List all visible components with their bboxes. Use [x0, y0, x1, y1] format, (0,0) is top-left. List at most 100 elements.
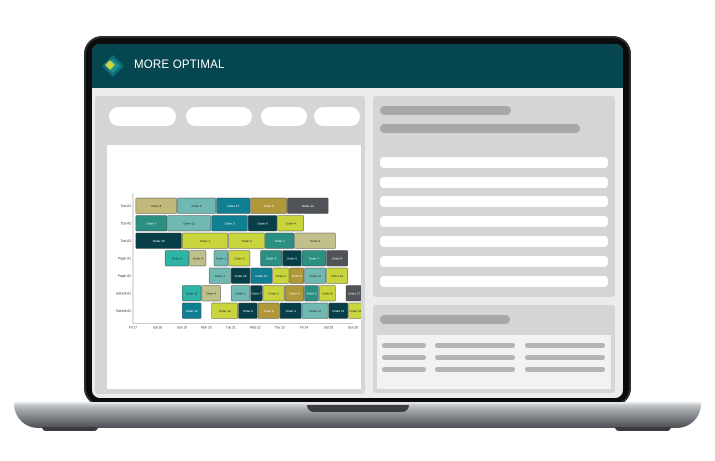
laptop-foot-right: [615, 427, 671, 431]
gantt-bar-label: Order 7: [309, 256, 320, 260]
details-row[interactable]: [380, 276, 608, 287]
gantt-bar-label: Order 12: [219, 309, 231, 313]
x-tick-label: Sun 26: [348, 326, 358, 330]
summary-cell: [382, 343, 426, 348]
gantt-bar-label: Order 16: [350, 309, 361, 313]
summary-cell: [382, 367, 426, 372]
gantt-bar-label: Order 8: [151, 204, 162, 208]
row-label: Tool A2: [121, 222, 132, 226]
x-tick-label: Wed 22: [250, 326, 261, 330]
details-title-placeholder: [380, 106, 511, 115]
gantt-bar-label: Order 12: [183, 221, 195, 225]
brand-logo-icon: [102, 55, 124, 77]
gantt-bar-label: Order 17: [348, 291, 360, 295]
gantt-bar-label: Order 2: [234, 256, 245, 260]
gantt-bar-label: Order 9: [292, 274, 303, 278]
gantt-bar-label: Order 4: [206, 291, 217, 295]
screen: MORE OPTIMAL Tool A1 Tool A2 Tool A3 Paper …: [92, 44, 623, 398]
gantt-bar-label: Order 4: [286, 309, 297, 313]
summary-panel: [373, 305, 615, 393]
gantt-bar-label: Order 1: [215, 274, 226, 278]
gantt-bar-label: Order 7: [275, 239, 286, 243]
gantt-bar-label: Order 7: [251, 291, 262, 295]
x-tick-label: Mon 20: [201, 326, 212, 330]
row-label: Tool A3: [121, 239, 132, 243]
gantt-bar-label: Order 4: [266, 256, 277, 260]
summary-title-placeholder: [380, 315, 510, 324]
gantt-bar-label: Order 9: [243, 309, 254, 313]
left-panel: Tool A1 Tool A2 Tool A3 Paper A1 Paper A2 Sol…: [95, 96, 375, 394]
gantt-chart-card: Tool A1 Tool A2 Tool A3 Paper A1 Paper A2 Sol…: [107, 145, 375, 389]
gantt-bar-label: Order 2: [242, 239, 253, 243]
gantt-bar-label: Order 5: [191, 204, 202, 208]
filter-pill-4[interactable]: [314, 107, 360, 126]
x-tick-label: Sat 25: [324, 326, 333, 330]
details-row[interactable]: [380, 256, 608, 267]
row-label: Tool A1: [121, 204, 132, 208]
gantt-bar-label: Order 8: [332, 256, 343, 260]
details-row[interactable]: [380, 196, 608, 207]
x-tick-label: Tue 21: [226, 326, 236, 330]
gantt-bar-label: Order 5: [287, 256, 298, 260]
gantt-bar-label: Order 14: [255, 274, 267, 278]
gantt-bar-label: Order 3: [172, 256, 183, 260]
gantt-bar-label: Order 1: [200, 239, 211, 243]
x-tick-label: Sat 18: [153, 326, 162, 330]
gantt-bar-label: Order 14: [302, 204, 314, 208]
gantt-bar-label: Order 4: [286, 221, 297, 225]
gantt-bar-label: Order 3: [310, 239, 321, 243]
gantt-bar-label: Order 14: [186, 309, 198, 313]
summary-cell: [435, 355, 515, 360]
gantt-bar-label: Order 1: [235, 291, 246, 295]
filter-pill-2[interactable]: [186, 107, 252, 126]
x-tick-label: Fri 24: [300, 326, 308, 330]
gantt-bar-label: Order 2: [276, 274, 287, 278]
x-tick-label: Thu 23: [275, 326, 285, 330]
gantt-bar-label: Order 14: [332, 309, 344, 313]
summary-cell: [525, 367, 605, 372]
row-label: Paper A2: [118, 274, 131, 278]
summary-cell: [435, 367, 515, 372]
summary-cell: [525, 343, 605, 348]
details-row[interactable]: [380, 216, 608, 227]
gantt-bar-label: Order 11: [309, 274, 321, 278]
summary-cell: [525, 355, 605, 360]
row-label: Solvent A2: [116, 309, 131, 313]
gantt-bar-label: Order 11: [309, 309, 321, 313]
details-subtitle-placeholder: [380, 124, 580, 133]
row-label: Paper A1: [118, 257, 131, 261]
laptop-notch: [307, 405, 409, 412]
gantt-bar-label: Order 9: [264, 204, 275, 208]
details-row[interactable]: [380, 177, 608, 188]
details-row[interactable]: [380, 236, 608, 247]
gantt-chart: Tool A1 Tool A2 Tool A3 Paper A1 Paper A2 Sol…: [116, 193, 375, 330]
gantt-bar-label: Order 8: [322, 291, 333, 295]
gantt-bar-label: Order 17: [227, 204, 239, 208]
row-label: Solvent A1: [116, 292, 131, 296]
gantt-bar-label: Order 11: [186, 291, 198, 295]
laptop-foot-left: [42, 427, 98, 431]
gantt-bar-label: Order 16: [153, 239, 165, 243]
summary-table: [377, 335, 611, 389]
gantt-bar-label: Order 12: [331, 274, 343, 278]
gantt-bar-label: Order 7: [146, 221, 157, 225]
x-tick-label: Sun 19: [177, 326, 187, 330]
gantt-bar-label: Order 6: [264, 309, 275, 313]
summary-cell: [382, 355, 426, 360]
brand-name: MORE OPTIMAL: [134, 59, 225, 71]
x-tick-label: Fri 17: [129, 326, 137, 330]
gantt-bar-label: Order 6: [193, 256, 204, 260]
gantt-bar-label: Order 3: [224, 221, 235, 225]
gantt-bar-label: Order 2: [268, 291, 279, 295]
gantt-bar-label: Order 6: [257, 221, 268, 225]
filter-pill-3[interactable]: [261, 107, 307, 126]
gantt-bar-label: Order 1: [216, 256, 227, 260]
summary-cell: [435, 343, 515, 348]
gantt-bar-label: Order 9: [289, 291, 300, 295]
details-row[interactable]: [380, 157, 608, 168]
gantt-bar-label: Order 16: [235, 274, 247, 278]
gantt-bar-label: Order 3: [306, 291, 317, 295]
details-panel: [373, 96, 615, 297]
app-header: MORE OPTIMAL: [92, 44, 623, 88]
filter-pill-1[interactable]: [109, 107, 176, 126]
